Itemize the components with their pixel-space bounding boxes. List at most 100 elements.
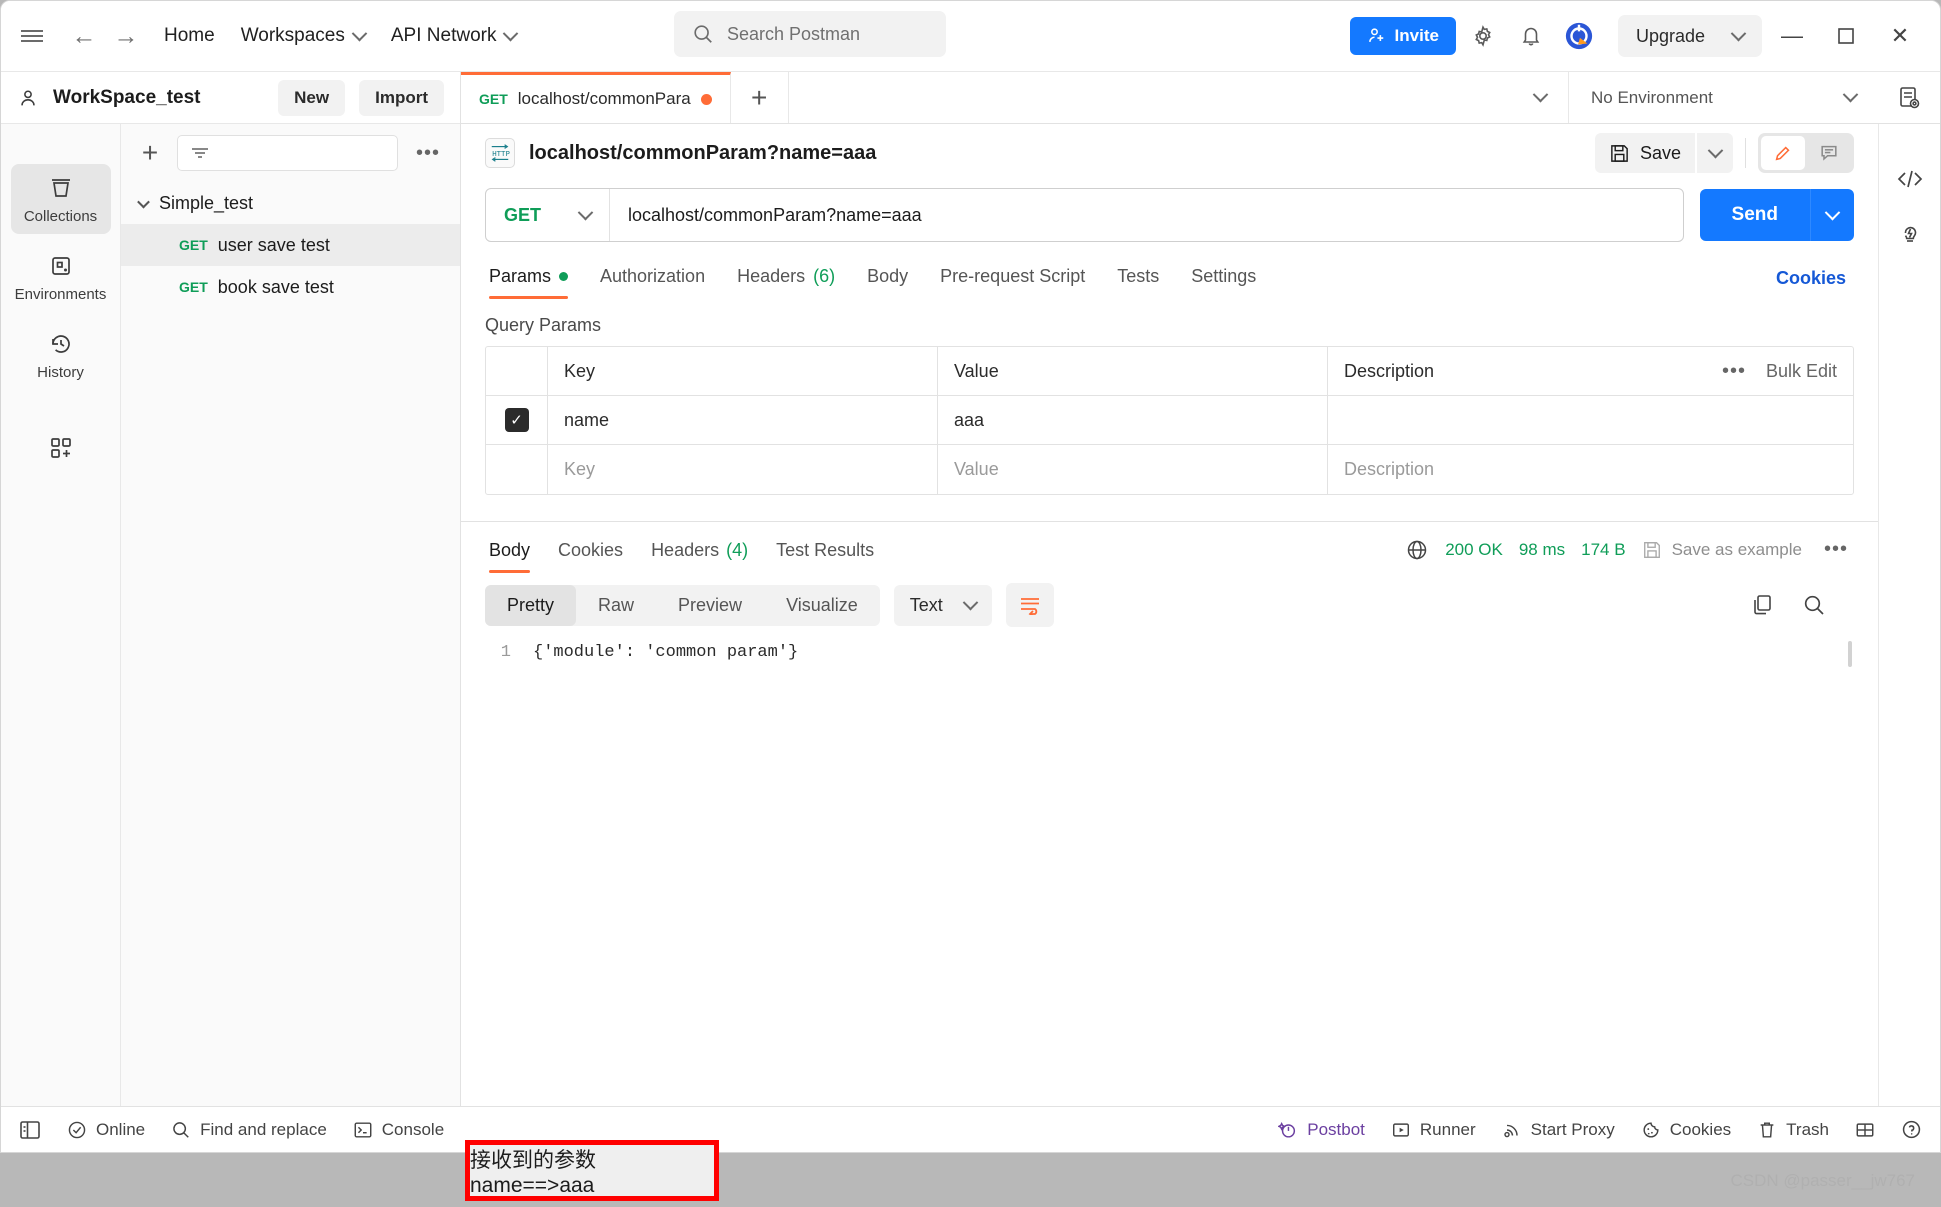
line-number: 1 bbox=[500, 643, 511, 662]
request-sub-tabs: Params Authorization Headers (6) Body Pr… bbox=[461, 242, 1878, 299]
cookies-button[interactable]: Cookies bbox=[1641, 1120, 1731, 1140]
save-button[interactable]: Save bbox=[1594, 133, 1695, 173]
format-raw[interactable]: Raw bbox=[576, 585, 656, 626]
url-input[interactable]: localhost/commonParam?name=aaa bbox=[610, 205, 1683, 226]
comment-mode-button[interactable] bbox=[1807, 136, 1851, 170]
table-more-options-icon[interactable]: ••• bbox=[1716, 360, 1752, 383]
collection-node-simple-test[interactable]: Simple_test bbox=[121, 182, 460, 224]
response-tab-test-results[interactable]: Test Results bbox=[762, 532, 888, 573]
request-item-book-save-test[interactable]: GET book save test bbox=[121, 266, 460, 308]
import-button[interactable]: Import bbox=[359, 79, 444, 116]
table-row[interactable]: ✓ name aaa bbox=[486, 396, 1853, 445]
search-icon[interactable] bbox=[1802, 593, 1826, 617]
add-collection-button[interactable]: + bbox=[135, 138, 165, 168]
edit-mode-button[interactable] bbox=[1761, 136, 1805, 170]
wrap-lines-button[interactable] bbox=[1005, 583, 1054, 627]
search-input[interactable]: Search Postman bbox=[674, 11, 946, 57]
request-cookies-link[interactable]: Cookies bbox=[1776, 268, 1854, 289]
row-checkbox[interactable]: ✓ bbox=[504, 408, 529, 432]
request-and-response: HTTP localhost/commonParam?name=aaa Save… bbox=[461, 124, 1940, 1106]
sidebar-toggle-icon[interactable] bbox=[19, 1120, 41, 1140]
row-key-placeholder[interactable]: Key bbox=[548, 445, 938, 494]
format-visualize[interactable]: Visualize bbox=[764, 585, 880, 626]
tab-settings[interactable]: Settings bbox=[1175, 258, 1272, 299]
minimize-icon[interactable]: — bbox=[1768, 13, 1816, 59]
row-description[interactable] bbox=[1328, 396, 1853, 444]
save-as-example-button[interactable]: Save as example bbox=[1642, 540, 1802, 560]
tab-authorization[interactable]: Authorization bbox=[584, 258, 721, 299]
response-tab-cookies[interactable]: Cookies bbox=[544, 532, 637, 573]
tab-body[interactable]: Body bbox=[851, 258, 924, 299]
console-button[interactable]: Console bbox=[353, 1120, 444, 1140]
response-time: 98 ms bbox=[1518, 539, 1566, 559]
copy-icon[interactable] bbox=[1750, 593, 1774, 617]
bell-icon[interactable] bbox=[1510, 15, 1552, 57]
history-icon bbox=[48, 331, 74, 357]
gear-icon[interactable] bbox=[1462, 15, 1504, 57]
help-icon[interactable] bbox=[1901, 1119, 1922, 1140]
start-proxy-button[interactable]: Start Proxy bbox=[1502, 1120, 1615, 1140]
postbot-button[interactable]: Postbot bbox=[1278, 1120, 1365, 1140]
row-description-placeholder[interactable]: Description bbox=[1328, 445, 1853, 494]
runner-button[interactable]: Runner bbox=[1391, 1120, 1476, 1140]
row-value[interactable]: aaa bbox=[938, 396, 1328, 444]
table-row-placeholder[interactable]: Key Value Description bbox=[486, 445, 1853, 494]
trash-button[interactable]: Trash bbox=[1757, 1120, 1829, 1140]
content-type-selector[interactable]: Text bbox=[893, 584, 992, 626]
nav-workspaces[interactable]: Workspaces bbox=[228, 19, 378, 53]
response-tab-body[interactable]: Body bbox=[485, 532, 544, 573]
nav-api-network[interactable]: API Network bbox=[378, 19, 530, 53]
response-tab-test-results-label: Test Results bbox=[776, 540, 875, 560]
response-body-code[interactable]: 1 {'module': 'common param'} bbox=[461, 627, 1878, 1106]
request-tab-active[interactable]: GET localhost/commonPara bbox=[461, 72, 731, 123]
sidebar-item-collections[interactable]: Collections bbox=[10, 164, 111, 234]
account-avatar-icon[interactable] bbox=[1558, 15, 1600, 57]
sidebar-item-history[interactable]: History bbox=[11, 320, 111, 390]
format-preview[interactable]: Preview bbox=[656, 585, 764, 626]
status-online[interactable]: Online bbox=[67, 1120, 145, 1140]
environment-quick-look-icon[interactable] bbox=[1878, 72, 1940, 123]
annotation-text: 接收到的参数name==>aaa bbox=[470, 1148, 596, 1197]
chevron-down-icon[interactable] bbox=[1532, 86, 1549, 103]
hamburger-icon[interactable] bbox=[19, 23, 45, 49]
format-pretty[interactable]: Pretty bbox=[485, 584, 577, 626]
upgrade-button[interactable]: Upgrade bbox=[1617, 15, 1762, 57]
new-tab-button[interactable]: + bbox=[731, 72, 789, 123]
tab-params[interactable]: Params bbox=[485, 258, 584, 299]
save-options-button[interactable] bbox=[1697, 133, 1733, 173]
filter-input[interactable] bbox=[177, 135, 398, 171]
response-tab-headers[interactable]: Headers (4) bbox=[637, 532, 762, 573]
tab-title: localhost/commonPara bbox=[517, 89, 691, 108]
response-more-options-icon[interactable]: ••• bbox=[1818, 538, 1854, 561]
new-button[interactable]: New bbox=[278, 79, 346, 116]
row-checkbox[interactable] bbox=[505, 458, 529, 482]
collections-more-options[interactable]: ••• bbox=[410, 142, 446, 165]
invite-button[interactable]: Invite bbox=[1349, 17, 1456, 55]
back-arrow-icon[interactable]: ← bbox=[67, 19, 101, 53]
tab-pre-request-script[interactable]: Pre-request Script bbox=[924, 258, 1101, 299]
send-options-button[interactable] bbox=[1810, 189, 1854, 241]
response-scrollbar[interactable] bbox=[1848, 641, 1852, 667]
maximize-icon[interactable] bbox=[1822, 13, 1870, 59]
find-and-replace-button[interactable]: Find and replace bbox=[171, 1120, 327, 1140]
sidebar-item-environments[interactable]: Environments bbox=[11, 242, 111, 312]
nav-home[interactable]: Home bbox=[151, 19, 228, 53]
bulk-edit-button[interactable]: ••• Bulk Edit bbox=[1716, 360, 1837, 383]
method-selector[interactable]: GET bbox=[486, 189, 610, 241]
row-key[interactable]: name bbox=[548, 396, 938, 444]
forward-arrow-icon[interactable]: → bbox=[109, 19, 143, 53]
row-value-placeholder[interactable]: Value bbox=[938, 445, 1328, 494]
send-button[interactable]: Send bbox=[1699, 189, 1810, 241]
close-icon[interactable]: ✕ bbox=[1876, 13, 1924, 59]
code-snippet-icon[interactable] bbox=[1896, 166, 1924, 192]
environment-selector[interactable]: No Environment bbox=[1568, 72, 1878, 123]
sidebar-item-apps[interactable] bbox=[11, 424, 111, 470]
tab-tests-label: Tests bbox=[1117, 266, 1160, 286]
layout-icon[interactable] bbox=[1855, 1120, 1875, 1140]
tab-tests[interactable]: Tests bbox=[1101, 258, 1175, 299]
tab-headers[interactable]: Headers (6) bbox=[721, 258, 851, 299]
globe-icon[interactable] bbox=[1405, 538, 1429, 562]
request-item-user-save-test[interactable]: GET user save test bbox=[121, 224, 460, 266]
lightbulb-icon[interactable] bbox=[1896, 220, 1924, 248]
runner-icon bbox=[1391, 1120, 1411, 1140]
